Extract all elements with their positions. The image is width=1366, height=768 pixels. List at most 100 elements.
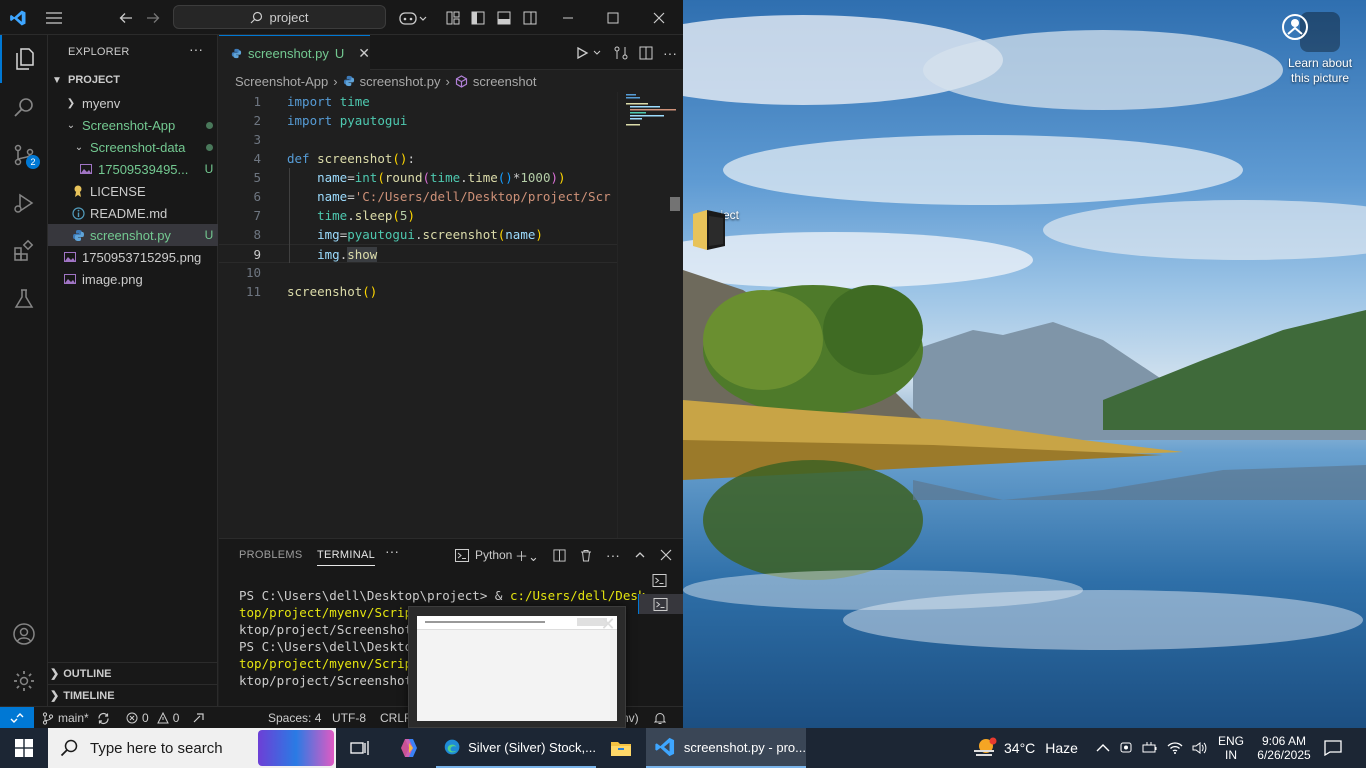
close-panel-icon[interactable] — [660, 549, 672, 561]
tab-problems[interactable]: PROBLEMS — [239, 549, 303, 561]
outline-section[interactable]: ❯ OUTLINE — [48, 662, 218, 684]
terminal-line[interactable]: PS C:\Users\dell\Desktop\project> & c:/U… — [239, 588, 645, 603]
copilot-icon[interactable] — [396, 0, 430, 35]
start-button[interactable] — [0, 728, 48, 768]
tree-item-image-png[interactable]: image.png — [48, 268, 218, 290]
breadcrumb-symbol[interactable]: screenshot — [473, 74, 537, 89]
problems-status[interactable]: 0 0 — [126, 707, 179, 729]
close-tab-icon[interactable]: ✕ — [358, 45, 370, 62]
maximize-panel-icon[interactable] — [634, 549, 646, 561]
clock[interactable]: 9:06 AM 6/26/2025 — [1248, 728, 1320, 768]
breadcrumb-file[interactable]: screenshot.py — [360, 74, 441, 89]
menu-icon[interactable] — [42, 0, 66, 35]
search-icon — [60, 739, 78, 757]
code-editor[interactable]: 1 import time 2 import pyautogui 3 4 def sc… — [219, 92, 617, 538]
more-actions-icon[interactable]: ··· — [663, 45, 677, 61]
terminal-profile[interactable]: Python — [455, 543, 512, 567]
run-debug-activity[interactable] — [0, 179, 48, 227]
project-root[interactable]: ▼ PROJECT — [48, 69, 218, 91]
tree-item-screenshot-data[interactable]: ⌄ Screenshot-data — [48, 136, 218, 158]
terminal-tab-active[interactable] — [638, 594, 683, 614]
accounts-activity[interactable] — [0, 610, 48, 658]
trash-icon[interactable] — [580, 549, 592, 562]
timeline-section[interactable]: ❯ TIMELINE — [48, 684, 218, 706]
tree-item-png-file[interactable]: 17509539495... U — [48, 158, 218, 180]
sync-icon[interactable] — [97, 712, 110, 725]
image-file-icon — [62, 252, 78, 262]
notifications-icon[interactable] — [654, 707, 666, 729]
remote-indicator[interactable] — [0, 707, 34, 729]
more-actions-icon[interactable]: ··· — [606, 547, 620, 563]
testing-activity[interactable] — [0, 275, 48, 323]
search-activity[interactable] — [0, 83, 48, 131]
scrollbar-thumb[interactable] — [670, 197, 680, 211]
notification-center-button[interactable] — [1322, 728, 1344, 768]
volume-icon[interactable] — [1192, 741, 1208, 755]
tree-item-png-root[interactable]: 1750953715295.png — [48, 246, 218, 268]
maximize-icon[interactable] — [598, 0, 628, 35]
language-indicator[interactable]: ENG IN — [1216, 728, 1246, 768]
tree-item-license[interactable]: LICENSE — [48, 180, 218, 202]
wifi-icon[interactable] — [1167, 741, 1183, 755]
toggle-panel-icon[interactable] — [495, 0, 513, 35]
toggle-sidebar-icon[interactable] — [469, 0, 487, 35]
minimap[interactable] — [617, 92, 683, 538]
more-actions-icon[interactable]: ··· — [189, 41, 203, 57]
tree-item-myenv[interactable]: ❯ myenv — [48, 92, 218, 114]
tree-item-screenshot-app[interactable]: ⌄ Screenshot-App — [48, 114, 218, 136]
indentation-status[interactable]: Spaces: 4 — [268, 707, 321, 729]
learn-about-picture[interactable]: Learn about this picture — [1280, 12, 1360, 86]
file-explorer-button[interactable] — [604, 728, 638, 768]
terminal-line[interactable]: ktop/project/Screenshot- — [239, 622, 420, 637]
minimize-icon[interactable] — [553, 0, 583, 35]
panel-more-icon[interactable]: ··· — [385, 543, 399, 559]
close-preview-icon[interactable]: ✕ — [595, 611, 621, 637]
command-center-search[interactable]: project — [173, 5, 386, 29]
tree-item-screenshot-py[interactable]: screenshot.py U — [48, 224, 218, 246]
split-terminal-icon[interactable] — [553, 548, 566, 562]
weather-widget[interactable]: 34°C Haze — [972, 728, 1078, 768]
close-window-icon[interactable] — [644, 0, 674, 35]
terminal-line[interactable]: top/project/myenv/Script — [239, 605, 420, 620]
manage-activity[interactable] — [0, 657, 48, 705]
taskbar-search[interactable]: Type here to search — [48, 728, 336, 768]
run-python-icon[interactable] — [575, 46, 603, 60]
eol-status[interactable]: CRLF — [380, 707, 411, 729]
taskbar-app-vscode[interactable]: screenshot.py - pro... — [646, 728, 806, 768]
chevron-up-icon[interactable] — [1096, 743, 1110, 753]
desktop-folder-project[interactable]: project — [691, 208, 751, 250]
search-highlight-image[interactable] — [258, 730, 334, 766]
branch-icon — [42, 711, 54, 725]
line-number: 11 — [245, 284, 261, 299]
ports-icon[interactable] — [192, 707, 206, 729]
window-preview-thumbnail[interactable]: ✕ — [408, 606, 626, 728]
branch-status[interactable]: main* — [42, 707, 110, 729]
encoding-status[interactable]: UTF-8 — [332, 707, 366, 729]
layout-icon[interactable] — [444, 0, 462, 35]
extensions-activity[interactable] — [0, 227, 48, 275]
back-arrow-icon[interactable] — [116, 0, 136, 35]
tree-item-readme[interactable]: README.md — [48, 202, 218, 224]
webcam-icon[interactable] — [1119, 741, 1133, 755]
tab-terminal[interactable]: TERMINAL — [317, 549, 376, 566]
task-view-button[interactable] — [344, 728, 376, 768]
new-terminal-icon[interactable]: ＋⌄ — [515, 546, 539, 565]
copilot-button[interactable] — [394, 728, 426, 768]
terminal-icon[interactable] — [652, 574, 667, 590]
compare-changes-icon[interactable] — [613, 45, 629, 61]
battery-plug-icon[interactable] — [1142, 741, 1158, 755]
weather-haze-icon — [974, 737, 997, 756]
line-number: 10 — [245, 265, 261, 280]
tab-screenshot-py[interactable]: screenshot.py U ✕ — [219, 35, 370, 70]
split-editor-icon[interactable] — [639, 46, 653, 60]
breadcrumb-folder[interactable]: Screenshot-App — [235, 74, 328, 89]
taskbar-app-edge[interactable]: Silver (Silver) Stock,... — [436, 728, 596, 768]
explorer-activity[interactable] — [0, 35, 48, 83]
toggle-secondary-sidebar-icon[interactable] — [521, 0, 539, 35]
terminal-line[interactable]: top/project/myenv/Script — [239, 656, 420, 671]
forward-arrow-icon[interactable] — [143, 0, 163, 35]
terminal-line[interactable]: PS C:\Users\dell\Desktop — [239, 639, 420, 654]
terminal-line[interactable]: ktop/project/Screenshot- — [239, 673, 420, 688]
camera-icon — [1282, 12, 1340, 52]
source-control-activity[interactable]: 2 — [0, 131, 48, 179]
